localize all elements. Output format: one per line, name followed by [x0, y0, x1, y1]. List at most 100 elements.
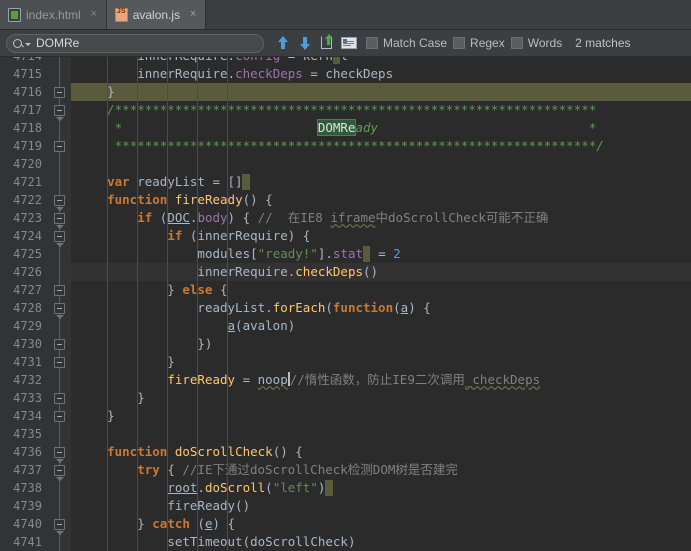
match-count-label: 2 matches — [575, 36, 631, 50]
arrow-up-icon[interactable] — [272, 32, 294, 54]
line-number: 4731 — [13, 355, 42, 369]
editor-tab-avalon-js[interactable]: avalon.js × — [106, 0, 207, 29]
code-line: if (innerRequire) { — [167, 228, 311, 243]
code-line: a(avalon) — [227, 318, 296, 333]
fold-toggle-end[interactable] — [54, 339, 65, 350]
find-toolbar: Match Case Regex Words 2 matches — [0, 30, 691, 57]
line-number: 4738 — [13, 481, 42, 495]
indent-guide — [167, 57, 169, 551]
regex-label: Regex — [470, 36, 505, 50]
text-caret-block — [325, 480, 333, 496]
code-line: readyList.forEach(function(a) { — [197, 300, 431, 315]
code-folding-strip[interactable] — [48, 57, 71, 551]
code-line: } — [77, 408, 115, 423]
line-number: 4716 — [13, 85, 42, 99]
code-line: if (DOC.body) { // 在IE8 iframe中doScrollC… — [77, 210, 549, 225]
search-field-wrapper[interactable] — [6, 33, 264, 53]
tab-label: index.html — [26, 7, 81, 22]
fold-toggle-end[interactable] — [54, 141, 65, 152]
line-number-gutter: 4714 4715 4716 4717 4718 4719 4720 4721 4722 4723… — [0, 57, 48, 551]
match-case-checkbox[interactable]: Match Case — [366, 36, 447, 50]
fold-toggle-start[interactable] — [54, 519, 65, 535]
words-checkbox[interactable]: Words — [510, 36, 562, 50]
code-line: try { //IE下通过doScrollCheck检测DOM树是否建完 — [137, 462, 458, 477]
line-number: 4730 — [13, 337, 42, 351]
editor-tab-index-html[interactable]: index.html × — [0, 0, 107, 29]
checkbox-box[interactable] — [366, 37, 378, 49]
line-number: 4735 — [13, 427, 42, 441]
code-content-area[interactable]: innerRequire.config = kernel innerRequir… — [71, 57, 691, 551]
selected-line-highlight — [71, 83, 691, 101]
line-number: 4718 — [13, 121, 42, 135]
checkbox-box[interactable] — [453, 37, 466, 49]
indent-guide — [227, 57, 229, 551]
line-number: 4725 — [13, 247, 42, 261]
fold-toggle-end[interactable] — [54, 411, 65, 422]
fold-toggle-start[interactable] — [54, 303, 65, 319]
code-line: } else { — [77, 282, 228, 297]
code-line: } catch (e) { — [77, 516, 236, 531]
code-line: } — [77, 354, 175, 369]
tab-close-icon[interactable]: × — [89, 9, 99, 20]
code-line: ****************************************… — [77, 138, 604, 153]
fold-toggle-start[interactable] — [54, 465, 65, 481]
fold-toggle-start[interactable] — [54, 447, 65, 463]
fold-toggle-mid[interactable] — [54, 285, 65, 296]
preview-list-icon[interactable] — [338, 32, 360, 54]
line-number: 4714 — [13, 57, 42, 65]
line-number: 4736 — [13, 445, 42, 459]
line-number: 4737 — [13, 463, 42, 477]
line-number: 4740 — [13, 517, 42, 531]
line-number: 4732 — [13, 373, 42, 387]
line-number: 4739 — [13, 499, 42, 513]
tab-label: avalon.js — [132, 7, 181, 22]
text-caret-block — [362, 246, 371, 262]
fold-toggle-end[interactable] — [54, 357, 65, 368]
line-number: 4720 — [13, 157, 42, 171]
fold-toggle-start[interactable] — [54, 213, 65, 229]
fold-toggle-end[interactable] — [54, 87, 65, 98]
code-line: innerRequire.checkDeps = checkDeps — [137, 66, 394, 81]
editor-tab-bar: index.html × avalon.js × — [0, 0, 691, 30]
line-number: 4729 — [13, 319, 42, 333]
line-number: 4727 — [13, 283, 42, 297]
code-line: }) — [77, 336, 213, 351]
regex-checkbox[interactable]: Regex — [453, 36, 505, 50]
html-file-icon — [8, 7, 21, 22]
indent-guide — [107, 57, 109, 551]
code-line: var readyList = [] — [107, 174, 243, 189]
line-number: 4715 — [13, 67, 42, 81]
text-caret-block — [332, 57, 341, 64]
magnifier-icon — [13, 38, 22, 48]
js-file-icon — [114, 7, 128, 22]
line-number: 4723 — [13, 211, 42, 225]
line-number: 4734 — [13, 409, 42, 423]
fold-toggle-start[interactable] — [54, 105, 65, 121]
code-line: function doScrollCheck() { — [107, 444, 303, 459]
code-line: innerRequire.config = kernel — [77, 57, 348, 65]
code-line: } — [77, 84, 115, 99]
line-number: 4726 — [13, 265, 42, 279]
checkbox-box[interactable] — [510, 37, 523, 49]
ide-window: index.html × avalon.js × Match Case — [0, 0, 691, 551]
tab-close-icon[interactable]: × — [188, 9, 198, 20]
code-line: /***************************************… — [77, 102, 597, 117]
arrow-down-icon[interactable] — [294, 32, 316, 54]
export-arrow-icon[interactable] — [316, 32, 338, 54]
line-number: 4724 — [13, 229, 42, 243]
line-number: 4717 — [13, 103, 42, 117]
indent-guide — [197, 57, 199, 551]
chevron-down-icon[interactable] — [25, 42, 31, 46]
fold-toggle-end[interactable] — [54, 393, 65, 404]
code-editor[interactable]: 4714 4715 4716 4717 4718 4719 4720 4721 4722 4723… — [0, 57, 691, 551]
fold-toggle-start[interactable] — [54, 231, 65, 247]
line-number: 4728 — [13, 301, 42, 315]
code-line: } — [77, 390, 145, 405]
code-line: setTimeout(doScrollCheck) — [167, 534, 356, 549]
fold-toggle-start[interactable] — [54, 195, 65, 211]
search-input[interactable] — [33, 36, 255, 50]
line-number: 4721 — [13, 175, 42, 189]
match-case-label: Match Case — [383, 36, 448, 50]
code-line: fireReady = noop//惰性函数，防止IE9二次调用_checkDe… — [167, 372, 541, 387]
text-caret-block — [242, 174, 250, 190]
